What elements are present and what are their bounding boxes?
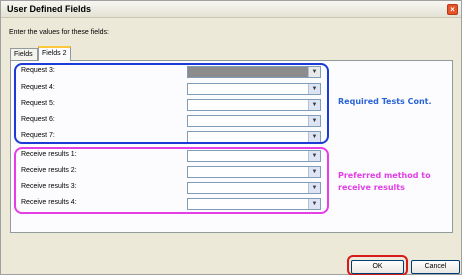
instruction-text: Enter the values for these fields: [9, 29, 109, 36]
close-icon[interactable]: × [447, 4, 458, 15]
preferred-method-annotation: Preferred method to receive results [338, 170, 448, 194]
required-tests-annotation: Required Tests Cont. [338, 97, 432, 106]
title-bar[interactable]: User Defined Fields × [1, 1, 461, 18]
window-title: User Defined Fields [7, 4, 92, 14]
receive-results-highlight [14, 147, 329, 214]
ok-button[interactable]: OK [351, 260, 404, 274]
cancel-button[interactable]: Cancel [411, 260, 460, 274]
preferred-method-line-2: receive results [338, 183, 405, 192]
user-defined-fields-dialog: User Defined Fields × Enter the values f… [0, 0, 462, 275]
preferred-method-line-1: Preferred method to [338, 171, 431, 180]
tab-fields-1[interactable]: Fields 1 [10, 48, 38, 69]
tab-fields-2[interactable]: Fields 2 [38, 46, 71, 61]
required-tests-highlight [14, 63, 329, 144]
